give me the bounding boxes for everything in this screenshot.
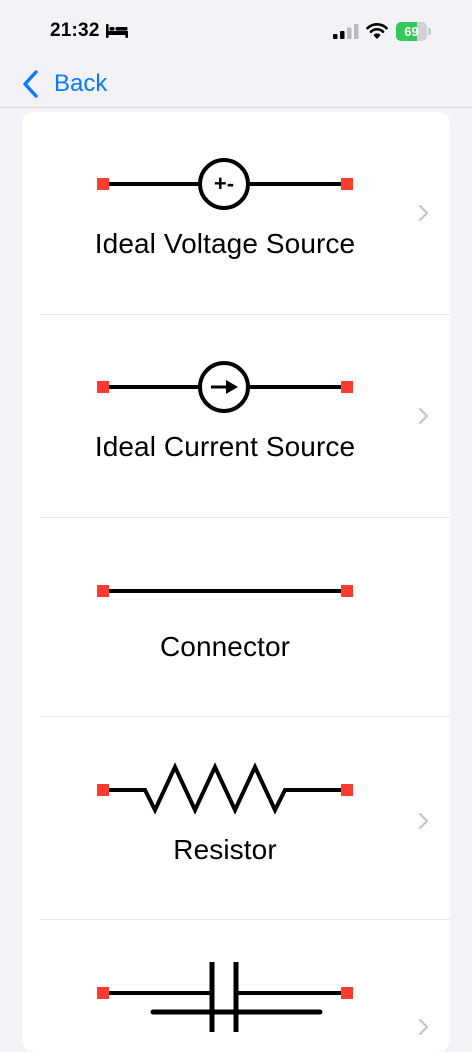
bed-icon: [106, 24, 128, 38]
current-source-symbol: [97, 361, 353, 413]
list-item-connector[interactable]: Connector: [22, 518, 450, 716]
item-label: Ideal Voltage Source: [94, 228, 356, 259]
item-label: Resistor: [173, 834, 277, 865]
connector-symbol: [97, 585, 353, 597]
status-time: 21:32: [50, 20, 100, 41]
chevron-left-icon: [23, 70, 38, 98]
battery-icon: 69: [396, 22, 432, 41]
chevron-right-icon: [418, 407, 429, 425]
voltage-source-symbol: +-: [97, 158, 353, 210]
chevron-right-icon: [418, 812, 429, 830]
resistor-symbol: [97, 762, 353, 815]
cellular-signal-icon: [333, 24, 359, 39]
chevron-right-icon: [418, 204, 429, 222]
navigation-bar: Back: [0, 60, 472, 108]
back-button[interactable]: Back: [20, 68, 107, 100]
voltage-source-polarity: +-: [214, 171, 234, 196]
component-list: +- Ideal Voltage Source Ideal Current So…: [22, 112, 450, 1052]
list-item-ideal-current-source[interactable]: Ideal Current Source: [22, 315, 450, 517]
wifi-icon: [366, 23, 388, 39]
list-item-ideal-voltage-source[interactable]: +- Ideal Voltage Source: [22, 112, 450, 314]
item-label: Ideal Current Source: [94, 431, 356, 462]
capacitor-symbol: [97, 962, 353, 1032]
item-label: Connector: [159, 631, 291, 662]
status-bar: 21:32 69: [0, 0, 472, 60]
list-item-capacitor[interactable]: [22, 920, 450, 1052]
back-label: Back: [54, 70, 108, 97]
battery-level: 69: [404, 24, 419, 39]
list-item-resistor[interactable]: Resistor: [22, 717, 450, 919]
chevron-right-icon: [418, 1018, 429, 1036]
